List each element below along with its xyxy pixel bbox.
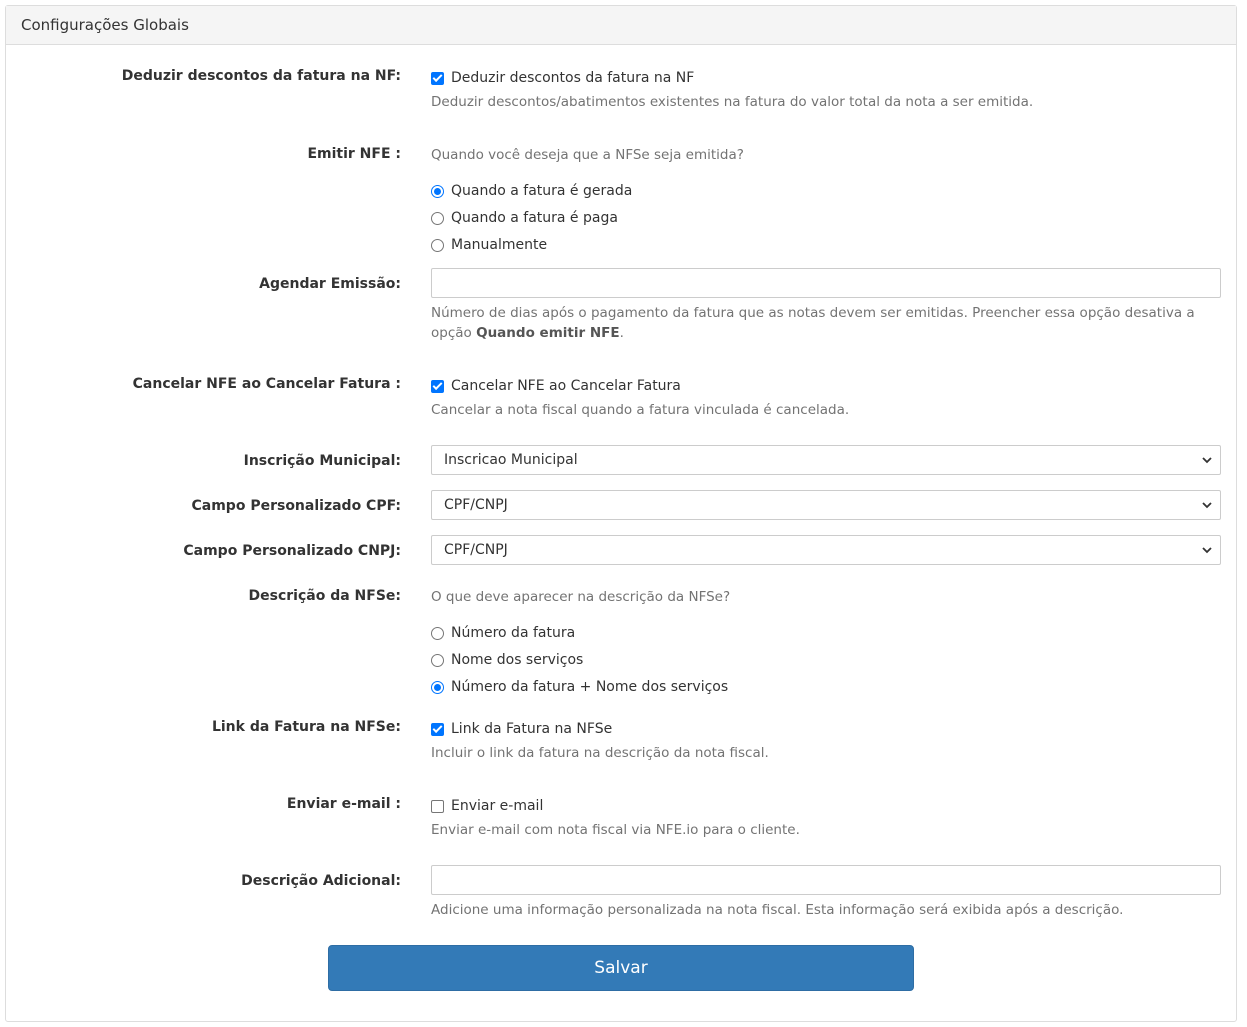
cancelar-checkbox-label: Cancelar NFE ao Cancelar Fatura — [451, 378, 681, 394]
link-checkbox-label: Link da Fatura na NFSe — [451, 721, 613, 737]
radio-icon[interactable] — [431, 626, 444, 640]
descricao-option-numero[interactable]: Número da fatura — [431, 623, 1221, 643]
inscricao-select-value: Inscricao Municipal — [444, 452, 578, 468]
campo-cnpj-select-value: CPF/CNPJ — [444, 542, 508, 558]
deduzir-checkbox-box[interactable] — [431, 71, 444, 85]
adicional-help: Adicione uma informação personalizada na… — [431, 902, 1124, 918]
radio-icon[interactable] — [431, 238, 444, 252]
adicional-label: Descrição Adicional: — [241, 873, 401, 889]
descricao-option-servicos[interactable]: Nome dos serviços — [431, 650, 1221, 670]
campo-cpf-select[interactable]: CPF/CNPJ — [431, 490, 1221, 520]
deduzir-checkbox[interactable]: Deduzir descontos da fatura na NF — [431, 68, 1221, 88]
agendar-help: Número de dias após o pagamento da fatur… — [431, 303, 1221, 343]
chevron-down-icon — [1202, 457, 1212, 464]
agendar-help-end: . — [619, 325, 624, 341]
inscricao-select[interactable]: Inscricao Municipal — [431, 445, 1221, 475]
deduzir-label: Deduzir descontos da fatura na NF: — [121, 68, 401, 84]
link-checkbox[interactable]: Link da Fatura na NFSe — [431, 719, 1221, 739]
link-checkbox-box[interactable] — [431, 722, 444, 736]
emitir-option-label: Manualmente — [451, 237, 548, 253]
descricao-option-label: Número da fatura + Nome dos serviços — [451, 679, 729, 695]
panel-heading: Configurações Globais — [6, 6, 1236, 45]
radio-icon[interactable] — [431, 653, 444, 667]
cancelar-checkbox-box[interactable] — [431, 379, 444, 393]
campo-cnpj-select[interactable]: CPF/CNPJ — [431, 535, 1221, 565]
descricao-label: Descrição da NFSe: — [248, 588, 402, 604]
cancelar-checkbox[interactable]: Cancelar NFE ao Cancelar Fatura — [431, 376, 1221, 396]
deduzir-help: Deduzir descontos/abatimentos existentes… — [431, 94, 1034, 110]
chevron-down-icon — [1202, 547, 1212, 554]
radio-icon[interactable] — [431, 184, 444, 198]
emitir-option-manual[interactable]: Manualmente — [431, 235, 1221, 255]
emitir-option-label: Quando a fatura é gerada — [451, 183, 633, 199]
email-checkbox-box[interactable] — [431, 799, 444, 813]
agendar-label: Agendar Emissão: — [259, 276, 401, 292]
link-help: Incluir o link da fatura na descrição da… — [431, 745, 769, 761]
emitir-option-label: Quando a fatura é paga — [451, 210, 618, 226]
inscricao-label: Inscrição Municipal: — [243, 453, 401, 469]
cancelar-help: Cancelar a nota fiscal quando a fatura v… — [431, 402, 850, 418]
email-help: Enviar e-mail com nota fiscal via NFE.io… — [431, 822, 800, 838]
descricao-question: O que deve aparecer na descrição da NFSe… — [431, 589, 731, 605]
campo-cpf-select-value: CPF/CNPJ — [444, 497, 508, 513]
radio-icon[interactable] — [431, 680, 444, 694]
adicional-input[interactable] — [431, 865, 1221, 895]
campo-cpf-label: Campo Personalizado CPF: — [191, 498, 402, 514]
descricao-option-ambos[interactable]: Número da fatura + Nome dos serviços — [431, 677, 1221, 697]
emitir-option-paga[interactable]: Quando a fatura é paga — [431, 208, 1221, 228]
save-button[interactable]: Salvar — [328, 945, 914, 991]
email-checkbox-label: Enviar e-mail — [451, 798, 544, 814]
campo-cnpj-label: Campo Personalizado CNPJ: — [183, 543, 401, 559]
deduzir-checkbox-label: Deduzir descontos da fatura na NF — [451, 70, 695, 86]
radio-icon[interactable] — [431, 211, 444, 225]
descricao-option-label: Número da fatura — [451, 625, 576, 641]
email-label: Enviar e-mail : — [286, 796, 401, 812]
email-checkbox[interactable]: Enviar e-mail — [431, 796, 1221, 816]
chevron-down-icon — [1202, 502, 1212, 509]
emitir-option-gerada[interactable]: Quando a fatura é gerada — [431, 181, 1221, 201]
emitir-question: Quando você deseja que a NFSe seja emiti… — [431, 147, 744, 163]
agendar-input[interactable] — [431, 268, 1221, 298]
panel-title: Configurações Globais — [21, 16, 189, 34]
cancelar-label: Cancelar NFE ao Cancelar Fatura : — [132, 376, 401, 392]
agendar-help-bold: Quando emitir NFE — [476, 325, 620, 341]
descricao-option-label: Nome dos serviços — [451, 652, 584, 668]
global-settings-panel: Configurações Globais Deduzir descontos … — [5, 5, 1237, 1022]
link-label: Link da Fatura na NFSe: — [211, 719, 401, 735]
emitir-label: Emitir NFE : — [307, 146, 401, 162]
